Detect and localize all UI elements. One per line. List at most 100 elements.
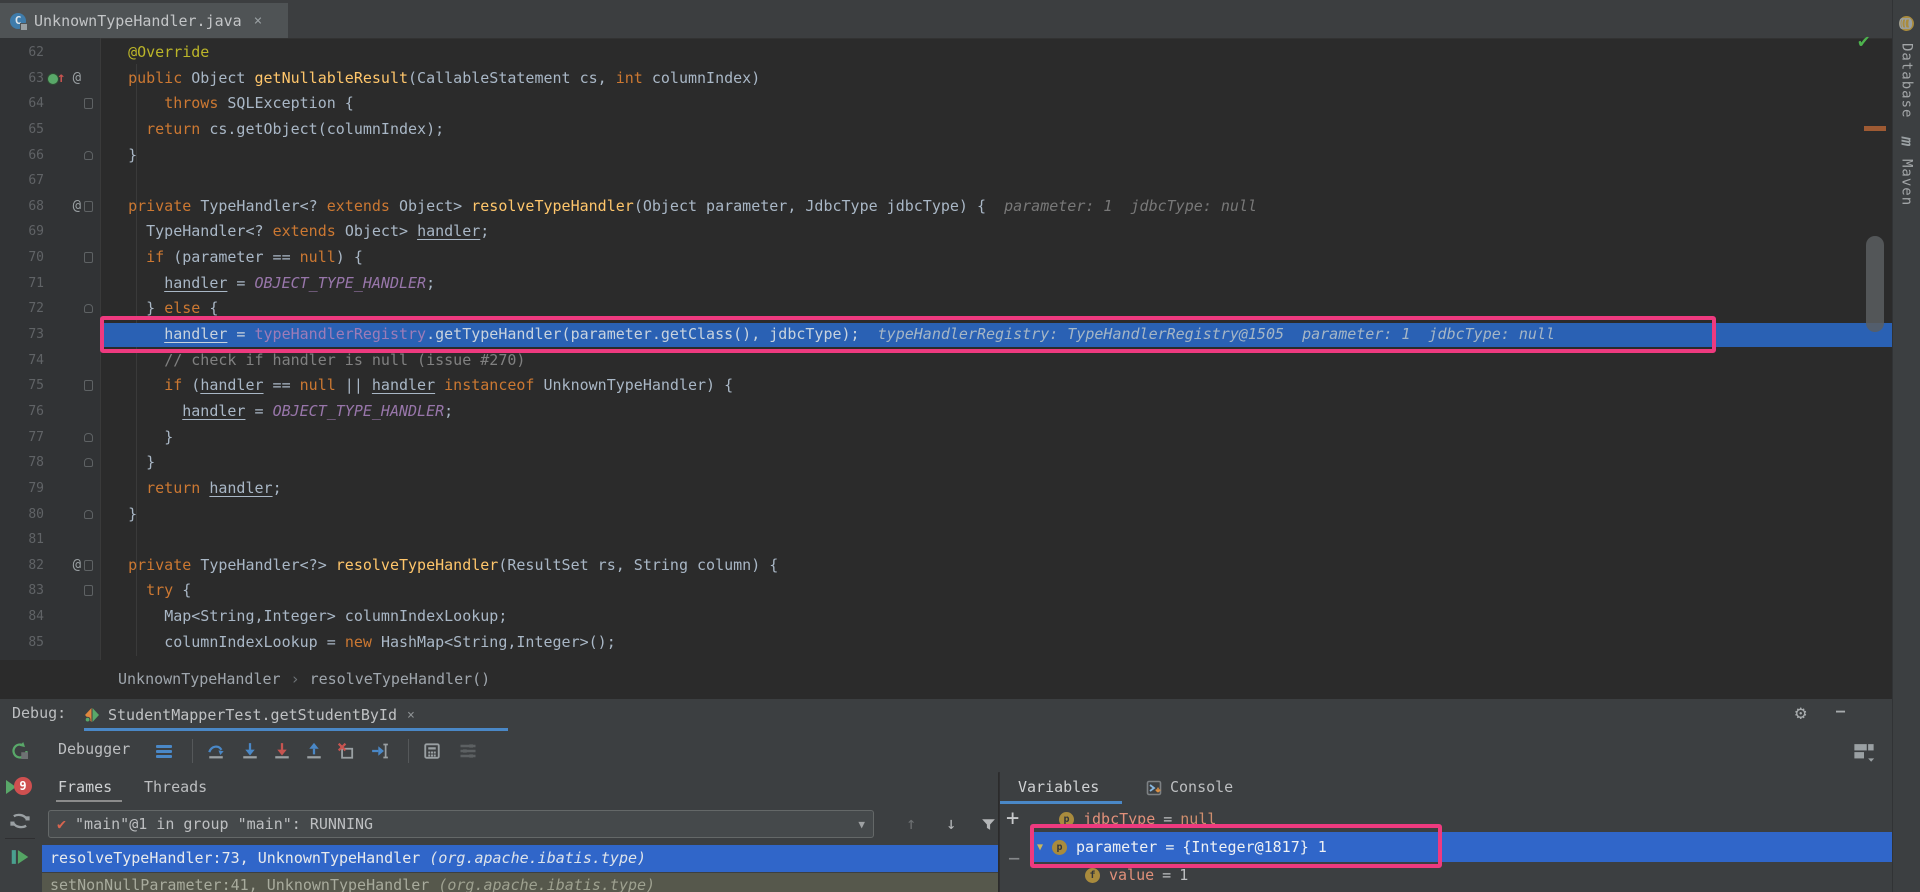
code-text[interactable]: handler = typeHandlerRegistry.getTypeHan… (100, 322, 1892, 348)
execution-line[interactable]: 73 handler = typeHandlerRegistry.getType… (0, 322, 1892, 348)
code-line[interactable]: 75 if (handler == null || handler instan… (0, 373, 1892, 399)
line-number[interactable]: 75 (0, 373, 44, 399)
fold-end-icon[interactable] (84, 433, 93, 442)
line-number[interactable]: 80 (0, 502, 44, 528)
editor-tab[interactable]: C UnknownTypeHandler.java × (0, 3, 288, 38)
fold-collapse-icon[interactable] (84, 201, 93, 212)
fold-collapse-icon[interactable] (84, 98, 93, 109)
code-line[interactable]: 72 } else { (0, 296, 1892, 322)
fold-collapse-icon[interactable] (84, 380, 93, 391)
annotation-gutter-icon[interactable]: @ (47, 194, 81, 220)
code-line[interactable]: 80 } (0, 502, 1892, 528)
tab-console[interactable]: Console (1170, 778, 1233, 796)
line-number[interactable]: 79 (0, 476, 44, 502)
drop-frame-icon[interactable] (334, 739, 358, 763)
code-text[interactable]: @Override (100, 40, 1892, 66)
tab-threads[interactable]: Threads (144, 778, 207, 796)
code-line[interactable]: 82@ private TypeHandler<?> resolveTypeHa… (0, 553, 1892, 579)
minimize-icon[interactable]: — (1836, 702, 1845, 720)
line-number[interactable]: 85 (0, 630, 44, 656)
code-text[interactable]: columnIndexLookup = new HashMap<String,I… (100, 630, 1892, 656)
code-line[interactable]: 79 return handler; (0, 476, 1892, 502)
code-text[interactable]: private TypeHandler<? extends Object> re… (100, 194, 1892, 220)
line-number[interactable]: 78 (0, 450, 44, 476)
code-text[interactable]: } (100, 425, 1892, 451)
fold-collapse-icon[interactable] (84, 585, 93, 596)
force-step-into-icon[interactable] (270, 739, 294, 763)
code-line[interactable]: 69 TypeHandler<? extends Object> handler… (0, 219, 1892, 245)
code-line[interactable]: 71 handler = OBJECT_TYPE_HANDLER; (0, 271, 1892, 297)
code-line[interactable]: 62 @Override (0, 40, 1892, 66)
code-line[interactable]: 68@ private TypeHandler<? extends Object… (0, 194, 1892, 220)
stripe-mark[interactable] (1864, 126, 1886, 131)
inspection-ok-icon[interactable]: ✔ (1858, 30, 1869, 52)
editor-scrollbar[interactable] (1866, 236, 1884, 332)
code-text[interactable]: } else { (100, 296, 1892, 322)
layout-settings-icon[interactable] (1852, 739, 1876, 763)
code-text[interactable]: } (100, 450, 1892, 476)
line-number[interactable]: 72 (0, 296, 44, 322)
tool-tab-database[interactable]: Database (1899, 43, 1915, 118)
line-number[interactable]: 71 (0, 271, 44, 297)
code-line[interactable]: 85 columnIndexLookup = new HashMap<Strin… (0, 630, 1892, 656)
code-text[interactable]: // check if handler is null (issue #270) (100, 348, 1892, 374)
breadcrumb-class[interactable]: UnknownTypeHandler (118, 670, 281, 688)
evaluate-expression-icon[interactable] (420, 739, 444, 763)
expand-arrow-icon[interactable]: ▼ (1037, 842, 1043, 853)
code-line[interactable]: 83 try { (0, 578, 1892, 604)
line-number[interactable]: 74 (0, 348, 44, 374)
line-number[interactable]: 82 (0, 553, 44, 579)
code-line[interactable]: 70 if (parameter == null) { (0, 245, 1892, 271)
menu-icon[interactable] (152, 739, 176, 763)
close-icon[interactable]: × (254, 13, 262, 29)
code-text[interactable]: private TypeHandler<?> resolveTypeHandle… (100, 553, 1892, 579)
debugger-tab-label[interactable]: Debugger (58, 740, 130, 758)
tab-frames[interactable]: Frames (58, 778, 112, 796)
gear-icon[interactable]: ⚙ (1795, 702, 1806, 724)
line-number[interactable]: 69 (0, 219, 44, 245)
code-line[interactable]: 81 (0, 527, 1892, 553)
line-number[interactable]: 70 (0, 245, 44, 271)
code-line[interactable]: 77 } (0, 425, 1892, 451)
down-arrow-icon[interactable]: ↓ (946, 814, 956, 834)
code-text[interactable]: public Object getNullableResult(Callable… (100, 66, 1892, 92)
line-number[interactable]: 66 (0, 143, 44, 169)
up-arrow-icon[interactable]: ↑ (906, 814, 916, 834)
step-into-icon[interactable] (238, 739, 262, 763)
debug-session-tab[interactable]: StudentMapperTest.getStudentById × (84, 699, 415, 731)
line-number[interactable]: 64 (0, 91, 44, 117)
fold-end-icon[interactable] (84, 151, 93, 160)
override-marker-icon[interactable]: ↑@ (47, 66, 81, 92)
line-number[interactable]: 73 (0, 322, 44, 348)
code-line[interactable]: 63↑@ public Object getNullableResult(Cal… (0, 66, 1892, 92)
fold-end-icon[interactable] (84, 510, 93, 519)
fold-end-icon[interactable] (84, 458, 93, 467)
line-number[interactable]: 76 (0, 399, 44, 425)
code-text[interactable]: if (parameter == null) { (100, 245, 1892, 271)
line-number[interactable]: 77 (0, 425, 44, 451)
tool-tab-maven[interactable]: Maven (1899, 159, 1915, 206)
fold-end-icon[interactable] (84, 304, 93, 313)
code-line[interactable]: 74 // check if handler is null (issue #2… (0, 348, 1892, 374)
code-text[interactable]: } (100, 143, 1892, 169)
code-text[interactable]: TypeHandler<? extends Object> handler; (100, 219, 1892, 245)
code-text[interactable]: handler = OBJECT_TYPE_HANDLER; (100, 399, 1892, 425)
step-over-icon[interactable] (204, 739, 228, 763)
line-number[interactable]: 81 (0, 527, 44, 553)
variable-row[interactable]: ▼pparameter={Integer@1817} 1 (1033, 832, 1892, 862)
line-number[interactable]: 67 (0, 168, 44, 194)
line-number[interactable]: 68 (0, 194, 44, 220)
line-number[interactable]: 65 (0, 117, 44, 143)
code-text[interactable]: Map<String,Integer> columnIndexLookup; (100, 604, 1892, 630)
add-watch-icon[interactable]: + (1006, 806, 1019, 831)
code-text[interactable]: } (100, 502, 1892, 528)
variable-row[interactable]: pjdbcType=null (1033, 806, 1892, 832)
restore-layout-icon[interactable] (9, 810, 31, 832)
code-text[interactable]: handler = OBJECT_TYPE_HANDLER; (100, 271, 1892, 297)
code-line[interactable]: 66 } (0, 143, 1892, 169)
code-line[interactable]: 76 handler = OBJECT_TYPE_HANDLER; (0, 399, 1892, 425)
line-number[interactable]: 84 (0, 604, 44, 630)
variable-row[interactable]: fvalue=1 (1033, 862, 1892, 888)
code-line[interactable]: 67 (0, 168, 1892, 194)
filter-icon[interactable] (980, 816, 997, 833)
